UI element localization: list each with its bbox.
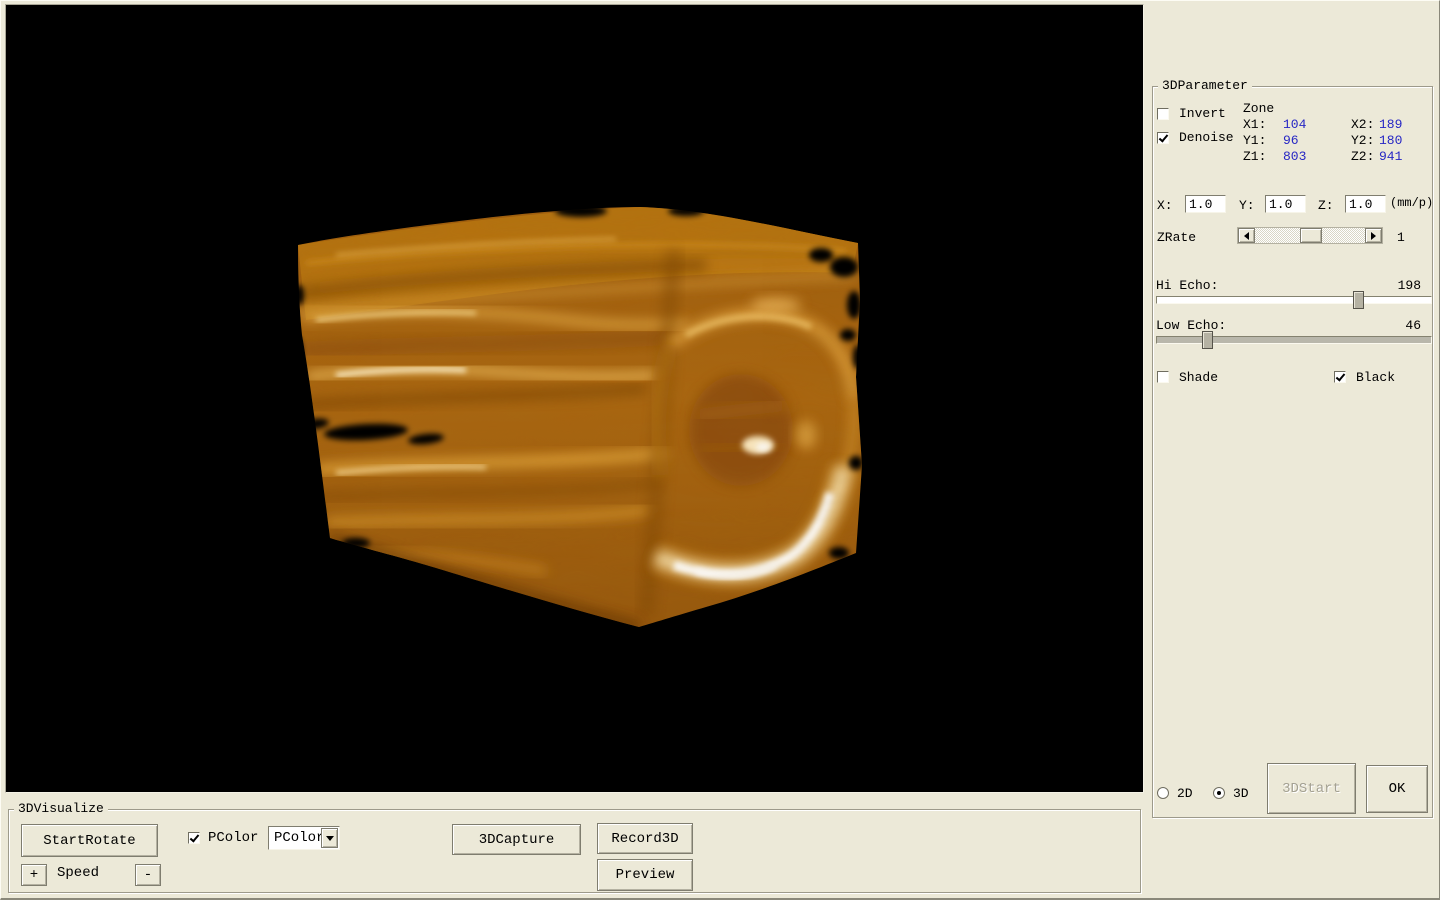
param-groupbox: 3DParameter Invert Denoise Zone X1: 104 … [1152, 86, 1433, 818]
mode-3d-radio[interactable] [1213, 787, 1225, 799]
preview-button[interactable]: Preview [597, 859, 693, 891]
record-3d-button[interactable]: Record3D [597, 823, 693, 854]
low-echo-slider-thumb[interactable] [1202, 331, 1213, 349]
zone-y1-label: Y1: [1243, 133, 1266, 148]
zone-x1-value: 104 [1283, 117, 1306, 132]
zone-y1-value: 96 [1283, 133, 1299, 148]
hi-echo-value: 198 [1383, 278, 1421, 293]
shade-label: Shade [1179, 370, 1218, 385]
z-scale-label: Z: [1318, 198, 1334, 213]
pcolor-dropdown-value: PColor [274, 830, 324, 846]
zone-title: Zone [1243, 101, 1274, 116]
zone-x2-label: X2: [1351, 117, 1374, 132]
visualize-groupbox: 3DVisualize StartRotate + Speed - PColor… [8, 809, 1141, 893]
denoise-checkbox[interactable] [1157, 132, 1169, 144]
hi-echo-label: Hi Echo: [1156, 278, 1218, 293]
black-checkbox[interactable] [1334, 371, 1346, 383]
zone-x2-value: 189 [1379, 117, 1402, 132]
mode-2d-label: 2D [1177, 786, 1193, 801]
y-scale-label: Y: [1239, 198, 1255, 213]
volume-render [6, 5, 1143, 792]
visualize-group-title: 3DVisualize [14, 801, 108, 817]
mode-3d-label: 3D [1233, 786, 1249, 801]
ok-button[interactable]: OK [1366, 765, 1428, 813]
low-echo-slider-track[interactable] [1156, 336, 1432, 344]
speed-plus-button[interactable]: + [21, 864, 47, 886]
hi-echo-slider-thumb[interactable] [1353, 291, 1364, 309]
zone-z2-label: Z2: [1351, 149, 1374, 164]
speed-minus-button[interactable]: - [135, 864, 161, 886]
param-group-title: 3DParameter [1158, 78, 1252, 94]
volume-body [276, 195, 876, 645]
zrate-value: 1 [1397, 230, 1405, 245]
hi-echo-slider-track[interactable] [1156, 296, 1432, 304]
pcolor-label: PColor [208, 831, 258, 846]
zrate-right-arrow-icon[interactable] [1365, 228, 1382, 243]
mode-2d-radio[interactable] [1157, 787, 1169, 799]
zrate-label: ZRate [1157, 230, 1196, 245]
speed-label: Speed [57, 866, 99, 881]
z-scale-input[interactable] [1345, 195, 1386, 213]
low-echo-label: Low Echo: [1156, 318, 1226, 333]
black-label: Black [1356, 370, 1395, 385]
start-rotate-button[interactable]: StartRotate [21, 824, 158, 857]
render-viewport[interactable] [5, 4, 1144, 793]
zrate-left-arrow-icon[interactable] [1238, 228, 1255, 243]
zone-y2-label: Y2: [1351, 133, 1374, 148]
x-scale-label: X: [1157, 198, 1173, 213]
zrate-scrollbar[interactable] [1237, 227, 1383, 244]
zone-z1-value: 803 [1283, 149, 1306, 164]
capture-3d-button[interactable]: 3DCapture [452, 824, 581, 855]
y-scale-input[interactable] [1265, 195, 1306, 213]
invert-label: Invert [1179, 106, 1226, 121]
start3d-button[interactable]: 3DStart [1267, 763, 1356, 814]
shade-checkbox[interactable] [1157, 371, 1169, 383]
denoise-label: Denoise [1179, 130, 1234, 145]
zone-y2-value: 180 [1379, 133, 1402, 148]
zrate-scrollbar-thumb[interactable] [1300, 228, 1322, 243]
low-echo-value: 46 [1383, 318, 1421, 333]
zone-x1-label: X1: [1243, 117, 1266, 132]
dropdown-arrow-icon[interactable] [321, 828, 338, 848]
pcolor-dropdown[interactable]: PColor [268, 826, 340, 850]
zone-z2-value: 941 [1379, 149, 1402, 164]
zone-z1-label: Z1: [1243, 149, 1266, 164]
invert-checkbox[interactable] [1157, 108, 1169, 120]
scale-unit-label: (mm/p) [1390, 196, 1433, 211]
pcolor-checkbox[interactable] [188, 832, 200, 844]
x-scale-input[interactable] [1185, 195, 1226, 213]
